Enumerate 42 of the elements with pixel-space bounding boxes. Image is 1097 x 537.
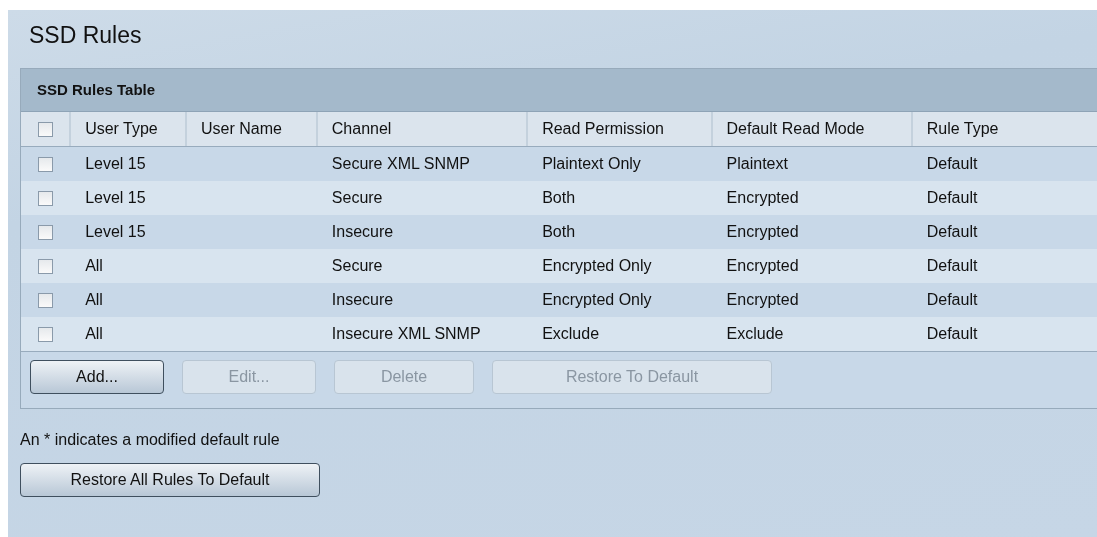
rule-type-cell: Default xyxy=(926,291,978,308)
read-permission-cell: Both xyxy=(542,189,576,206)
rule-type-cell: Default xyxy=(926,325,978,342)
rule-type-cell: Default xyxy=(926,189,978,206)
default-read-mode-cell: Encrypted xyxy=(726,291,799,308)
select-all-checkbox[interactable] xyxy=(37,121,53,137)
channel-cell: Secure XML SNMP xyxy=(331,155,470,172)
read-permission-cell: Plaintext Only xyxy=(542,155,641,172)
channel-cell: Insecure XML SNMP xyxy=(331,325,481,342)
user-type-cell: Level 15 xyxy=(85,155,146,172)
note-text: An * indicates a modified default rule xyxy=(20,431,281,449)
row-checkbox[interactable] xyxy=(37,156,53,172)
row-checkbox[interactable] xyxy=(37,326,53,342)
read-permission-cell: Encrypted Only xyxy=(542,257,652,274)
rule-type-cell: Default xyxy=(926,155,978,172)
channel-cell: Secure xyxy=(331,257,383,274)
row-checkbox[interactable] xyxy=(37,258,53,274)
row-checkbox[interactable] xyxy=(37,224,53,240)
channel-cell: Insecure xyxy=(331,223,394,240)
user-type-cell: All xyxy=(85,291,103,308)
read-permission-cell: Encrypted Only xyxy=(542,291,652,308)
table-title-bar: SSD Rules Table xyxy=(21,69,1097,112)
rule-type-cell: Default xyxy=(926,257,978,274)
channel-cell: Secure xyxy=(331,189,383,206)
rule-type-cell: Default xyxy=(926,223,978,240)
page-title: SSD Rules xyxy=(28,21,143,50)
row-checkbox[interactable] xyxy=(37,292,53,308)
channel-cell: Insecure xyxy=(331,291,394,308)
read-permission-cell: Exclude xyxy=(542,325,600,342)
read-permission-cell: Both xyxy=(542,223,576,240)
user-type-cell: Level 15 xyxy=(85,189,146,206)
user-type-cell: Level 15 xyxy=(85,223,146,240)
default-read-mode-cell: Exclude xyxy=(726,325,784,342)
restore-all-button[interactable]: Restore All Rules To Default xyxy=(20,463,320,497)
table-action-button[interactable]: Add... xyxy=(30,360,164,394)
default-read-mode-cell: Encrypted xyxy=(726,189,799,206)
user-type-cell: All xyxy=(85,325,103,342)
row-checkbox[interactable] xyxy=(37,190,53,206)
user-type-cell: All xyxy=(85,257,103,274)
default-read-mode-cell: Encrypted xyxy=(726,257,799,274)
default-read-mode-cell: Plaintext xyxy=(726,155,788,172)
default-read-mode-cell: Encrypted xyxy=(726,223,799,240)
